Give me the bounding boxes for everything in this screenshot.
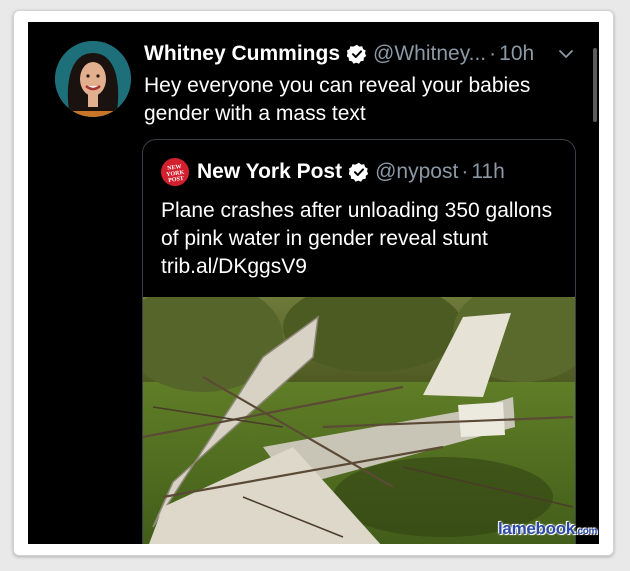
avatar[interactable]	[55, 41, 131, 117]
verified-badge-icon	[348, 162, 369, 182]
tweet-header: Whitney Cummings @Whitney... · 10h	[144, 42, 534, 66]
separator-dot: ·	[461, 160, 469, 183]
new-york-post-logo-icon: NEW YORK POST	[159, 156, 191, 188]
watermark-main: lamebook	[498, 519, 575, 538]
verified-badge-icon	[346, 44, 367, 64]
tweet-time[interactable]: 10h	[499, 42, 534, 66]
quoted-author-name[interactable]: New York Post	[197, 160, 342, 184]
author-handle[interactable]: @Whitney...	[373, 42, 486, 66]
quoted-tweet-time[interactable]: 11h	[471, 160, 504, 184]
quoted-tweet-card[interactable]: NEW YORK POST New York Post @nypost · 11…	[142, 139, 576, 544]
chevron-down-icon[interactable]	[558, 46, 574, 62]
quoted-author-handle[interactable]: @nypost	[375, 160, 458, 184]
scrollbar[interactable]	[593, 48, 597, 122]
tweet-screen: Whitney Cummings @Whitney... · 10h Hey e…	[28, 22, 599, 544]
separator-dot: ·	[489, 42, 497, 65]
author-name[interactable]: Whitney Cummings	[144, 42, 340, 66]
quoted-tweet-header: NEW YORK POST New York Post @nypost · 11…	[159, 156, 505, 188]
avatar-image	[55, 41, 131, 117]
tweet-text: Hey everyone you can reveal your babies …	[144, 74, 531, 125]
plane-crash-photo[interactable]	[143, 297, 575, 544]
svg-text:POST: POST	[168, 176, 184, 184]
quoted-tweet-text: Plane crashes after unloading 350 gallon…	[161, 199, 553, 278]
watermark-suffix: .com	[574, 526, 598, 537]
lamebook-watermark: lamebook.com	[498, 519, 597, 539]
